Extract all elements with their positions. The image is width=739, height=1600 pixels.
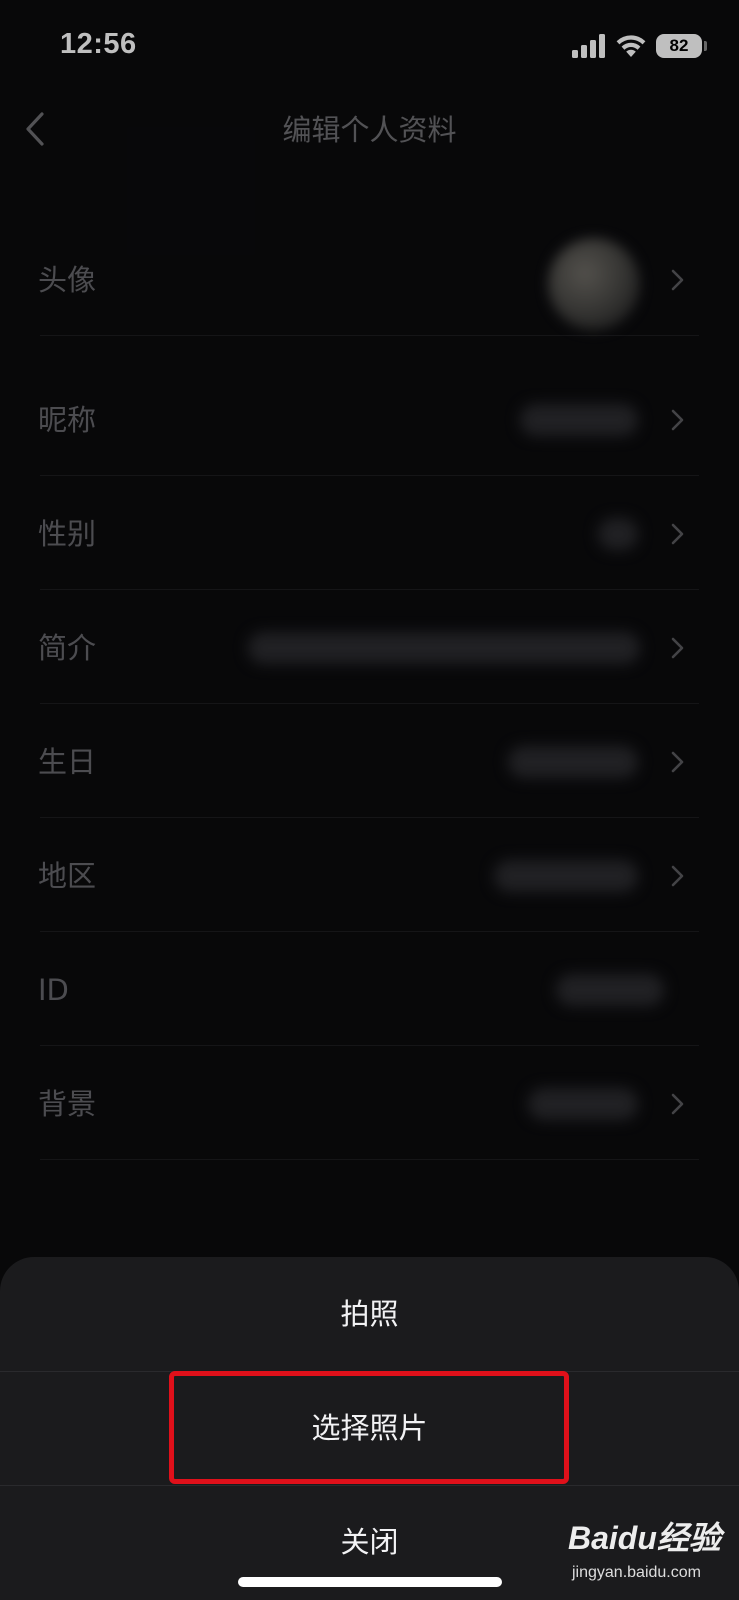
home-indicator[interactable] bbox=[238, 1577, 502, 1587]
watermark-brand: Baidu经验 bbox=[568, 1520, 721, 1556]
highlight-box bbox=[169, 1371, 569, 1484]
take-photo-option[interactable]: 拍照 bbox=[0, 1257, 739, 1371]
screen: 12:56 82 编辑个人资料 头像 昵称 性别 简介 生日 地区 ID 背景 … bbox=[0, 0, 739, 1600]
watermark-url: jingyan.baidu.com bbox=[572, 1564, 701, 1581]
watermark: Baidu经验 jingyan.baidu.com bbox=[568, 1518, 736, 1594]
take-photo-label: 拍照 bbox=[340, 1297, 399, 1331]
